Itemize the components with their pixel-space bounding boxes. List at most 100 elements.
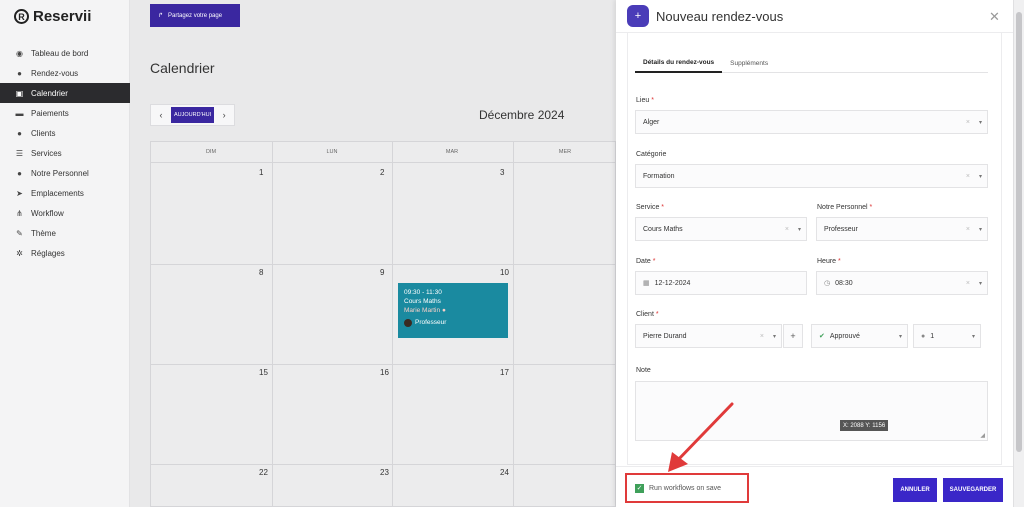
- event-client: Marie Martin ●: [404, 306, 502, 315]
- resize-handle-icon[interactable]: ◢: [980, 432, 985, 439]
- grid-line: [513, 142, 514, 507]
- location-select[interactable]: Alger × ▾: [635, 110, 988, 134]
- clear-icon[interactable]: ×: [966, 173, 970, 180]
- note-label: Note: [636, 367, 651, 374]
- sidebar-item-label: Rendez-vous: [31, 68, 79, 78]
- save-button[interactable]: SAUVEGARDER: [943, 478, 1003, 502]
- event-client-name: Marie Martin: [404, 307, 441, 314]
- clear-icon[interactable]: ×: [966, 226, 970, 233]
- share-page-label: Partagez votre page: [168, 12, 223, 19]
- user-tie-icon: ●: [17, 168, 22, 178]
- prev-month-button[interactable]: ‹: [151, 105, 171, 125]
- clear-icon[interactable]: ×: [966, 119, 970, 126]
- day-number[interactable]: 23: [380, 468, 389, 477]
- sidebar-item-notre-personnel[interactable]: ● Notre Personnel: [0, 163, 130, 183]
- chevron-down-icon: ▾: [978, 280, 982, 287]
- staff-label: Notre Personnel *: [817, 204, 872, 211]
- close-icon[interactable]: ✕: [989, 9, 1000, 25]
- grid-line: [151, 364, 617, 365]
- date-input[interactable]: ▦ 12-12-2024: [635, 271, 807, 295]
- clear-icon[interactable]: ×: [966, 280, 970, 287]
- cancel-button[interactable]: ANNULER: [893, 478, 937, 502]
- add-appointment-icon: +: [627, 5, 649, 27]
- sidebar-item-workflow[interactable]: ⋔ Workflow: [0, 203, 130, 223]
- day-number[interactable]: 10: [500, 268, 509, 277]
- run-workflows-checkbox[interactable]: ✓: [635, 483, 644, 493]
- person-count-select[interactable]: ● 1 ▾: [913, 324, 981, 348]
- day-number[interactable]: 15: [259, 368, 268, 377]
- gear-icon: ✲: [16, 248, 23, 258]
- share-page-button[interactable]: ↱ Partagez votre page: [150, 4, 240, 27]
- day-number[interactable]: 24: [500, 468, 509, 477]
- day-number[interactable]: 22: [259, 468, 268, 477]
- user-icon: ●: [921, 332, 926, 340]
- staff-select[interactable]: Professeur × ▾: [816, 217, 988, 241]
- next-month-button[interactable]: ›: [214, 105, 234, 125]
- day-number[interactable]: 2: [380, 168, 384, 177]
- note-label-text: Note: [636, 367, 651, 374]
- required-mark: *: [838, 258, 841, 265]
- client-label-text: Client: [636, 311, 654, 318]
- sidebar-item-th-me[interactable]: ✎ Thème: [0, 223, 130, 243]
- sidebar-item-label: Réglages: [31, 248, 65, 258]
- annotation-arrow-icon: [668, 402, 734, 472]
- day-number[interactable]: 16: [380, 368, 389, 377]
- run-workflows-option[interactable]: ✓ Run workflows on save: [625, 473, 749, 503]
- weekday-header: MAR: [445, 149, 459, 155]
- day-number[interactable]: 8: [259, 268, 263, 277]
- clear-icon[interactable]: ×: [785, 226, 789, 233]
- category-label: Catégorie: [636, 151, 666, 158]
- modal-tabs: Détails du rendez-vous Suppléments: [635, 53, 988, 73]
- sidebar-item-rendez-vous[interactable]: ● Rendez-vous: [0, 63, 130, 83]
- client-select[interactable]: Pierre Durand × ▾: [635, 324, 782, 348]
- weekday-header: DIM: [205, 149, 217, 155]
- staff-avatar: [404, 318, 412, 327]
- list-icon: ☰: [15, 148, 24, 158]
- day-number[interactable]: 1: [259, 168, 263, 177]
- chevron-down-icon: ▾: [971, 333, 975, 340]
- required-mark: *: [652, 258, 656, 265]
- users-icon: ●: [17, 128, 22, 138]
- location-value: Alger: [643, 118, 660, 126]
- page-title: Calendrier: [150, 60, 215, 76]
- brand-logo[interactable]: R Reservii: [14, 8, 91, 25]
- sidebar-item-emplacements[interactable]: ➤ Emplacements: [0, 183, 130, 203]
- location-arrow-icon: ➤: [16, 188, 23, 198]
- sidebar: R Reservii ◉ Tableau de bord ● Rendez-vous ▣…: [0, 0, 130, 507]
- sidebar-item-label: Calendrier: [31, 88, 68, 98]
- sidebar-item-tableau-de-bord[interactable]: ◉ Tableau de bord: [0, 43, 130, 63]
- day-number[interactable]: 17: [500, 368, 509, 377]
- modal-header: + Nouveau rendez-vous ✕: [616, 0, 1013, 33]
- sidebar-item-paiements[interactable]: ▬ Paiements: [0, 103, 130, 123]
- calendar-icon: ▣: [15, 88, 24, 98]
- sidebar-item-clients[interactable]: ● Clients: [0, 123, 130, 143]
- scrollbar-thumb[interactable]: [1016, 12, 1022, 452]
- clear-icon[interactable]: ×: [760, 333, 764, 340]
- sidebar-item-calendrier[interactable]: ▣ Calendrier: [0, 83, 130, 103]
- time-select[interactable]: ◷ 08:30 × ▾: [816, 271, 988, 295]
- brand-name: Reservii: [33, 8, 92, 25]
- event-staff-name: Professeur: [415, 319, 447, 326]
- modal-scrollbar[interactable]: [1013, 0, 1024, 507]
- sidebar-item-r-glages[interactable]: ✲ Réglages: [0, 243, 130, 263]
- category-label-text: Catégorie: [636, 151, 667, 158]
- tab-extras[interactable]: Suppléments: [722, 53, 776, 73]
- month-title: Décembre 2024: [479, 108, 565, 122]
- today-button[interactable]: AUJOURD'HUI: [171, 107, 215, 123]
- credit-card-icon: ▬: [15, 108, 24, 118]
- person-count-value: 1: [930, 332, 935, 340]
- day-number[interactable]: 3: [500, 168, 504, 177]
- day-number[interactable]: 9: [380, 268, 384, 277]
- category-select[interactable]: Formation × ▾: [635, 164, 988, 188]
- add-client-button[interactable]: +: [783, 324, 803, 348]
- logo-icon: R: [14, 9, 29, 24]
- required-mark: *: [661, 204, 665, 211]
- palette-icon: ◉: [16, 48, 23, 58]
- calendar-event[interactable]: 09:30 - 11:30 Cours Maths Marie Martin ●…: [398, 283, 508, 338]
- status-select[interactable]: ✔ Approuvé ▾: [811, 324, 908, 348]
- run-workflows-label: Run workflows on save: [649, 484, 721, 492]
- tab-appointment-details[interactable]: Détails du rendez-vous: [635, 53, 723, 73]
- grid-line: [151, 464, 617, 465]
- service-select[interactable]: Cours Maths × ▾: [635, 217, 807, 241]
- sidebar-item-services[interactable]: ☰ Services: [0, 143, 130, 163]
